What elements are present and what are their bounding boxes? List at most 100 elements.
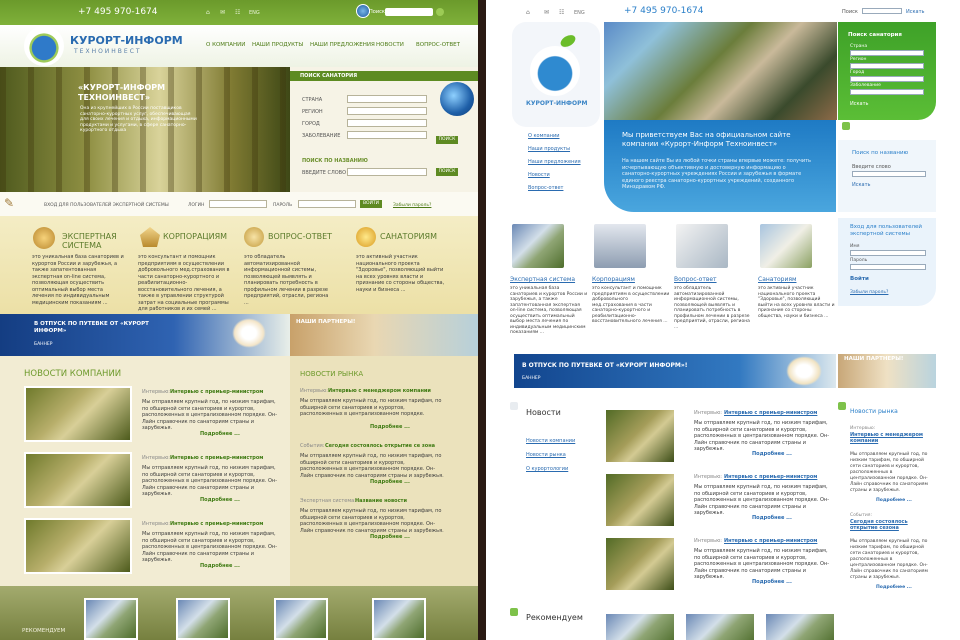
market-more-link[interactable]: Подробнее ... (370, 424, 410, 430)
disease-select[interactable] (347, 131, 427, 139)
mail-icon[interactable]: ✉ (220, 9, 225, 16)
recommend-photo[interactable] (766, 614, 834, 640)
nav-faq[interactable]: ВОПРОС-ОТВЕТ (416, 42, 460, 48)
news-title-link[interactable]: Интервью с премьер-министром (170, 455, 263, 461)
news-more-link[interactable]: Подробнее ... (752, 515, 792, 521)
news-thumbnail[interactable] (606, 474, 674, 526)
news-more-link[interactable]: Подробнее ... (752, 579, 792, 585)
city-select[interactable] (850, 76, 924, 82)
recommend-photo[interactable] (274, 598, 328, 640)
recommend-photo[interactable] (606, 614, 674, 640)
name-search-button[interactable]: Искать (852, 182, 870, 188)
market-more-link[interactable]: Подробнее ... (876, 498, 912, 503)
news-thumbnail[interactable] (24, 452, 132, 508)
feature-expert-title[interactable]: Экспертная система (510, 276, 575, 283)
market-more-link[interactable]: Подробнее ... (370, 479, 410, 485)
news-title-link[interactable]: Интервью с премьер-министром (170, 521, 263, 527)
search-link[interactable]: Искать (906, 9, 924, 15)
feature-sanatoriums-text: это активный участник национального прое… (356, 254, 445, 293)
market-title-link[interactable]: Интервью с менеджером компании (850, 432, 930, 444)
market-title-link[interactable]: Название новости (355, 498, 407, 504)
feature-corporations-title[interactable]: КОРПОРАЦИЯМ (163, 232, 227, 241)
login-title: Вход для пользователей экспертной систем… (850, 224, 922, 237)
nav-faq[interactable]: Вопрос-ответ (528, 185, 563, 191)
country-select[interactable] (347, 95, 427, 103)
sanatorium-search-button[interactable]: Искать (850, 101, 868, 107)
feature-faq-title[interactable]: Вопрос-ответ (674, 276, 717, 283)
news-more-link[interactable]: Подробнее ... (200, 563, 240, 569)
news-resort-link[interactable]: О курортологии (526, 466, 568, 472)
news-title-link[interactable]: Интервью с премьер-министром (724, 538, 817, 544)
name-search-input[interactable] (852, 171, 926, 177)
news-thumbnail[interactable] (24, 386, 132, 442)
market-title-link[interactable]: Сегодня состоялось открытие сезона (850, 519, 930, 531)
market-title-link[interactable]: Сегодня состоялось открытие се зона (325, 443, 435, 449)
news-title-link[interactable]: Интервью с премьер-министром (170, 389, 263, 395)
login-password-input[interactable] (850, 264, 926, 270)
sanatorium-search-button[interactable]: ПОИСК (436, 136, 458, 144)
forgot-password-link[interactable]: Забыли пароль? (850, 290, 888, 295)
feature-expert-title2[interactable]: СИСТЕМА (62, 241, 101, 250)
login-input[interactable] (209, 200, 267, 208)
market-more-link[interactable]: Подробнее ... (876, 585, 912, 590)
region-select[interactable] (347, 107, 427, 115)
market-title-link[interactable]: Интервью с менеджером компании (328, 388, 431, 394)
news-market-link[interactable]: Новости рынка (526, 452, 566, 458)
nav-about[interactable]: О КОМПАНИИ (206, 42, 245, 48)
login-button[interactable]: Войти (850, 276, 869, 282)
home-icon[interactable]: ⌂ (526, 9, 530, 16)
feature-sanatoriums-title[interactable]: САНАТОРИЯМ (380, 232, 437, 241)
news-company-link[interactable]: Новости компании (526, 438, 575, 444)
mail-icon[interactable]: ✉ (544, 9, 549, 16)
nav-news[interactable]: Новости (528, 172, 550, 178)
news-more-link[interactable]: Подробнее ... (200, 497, 240, 503)
login-button[interactable]: ВОЙТИ (360, 200, 382, 208)
news-more-link[interactable]: Подробнее ... (200, 431, 240, 437)
nav-offers[interactable]: НАШИ ПРЕДЛОЖЕНИЯ (310, 42, 375, 48)
feature-faq-title[interactable]: ВОПРОС-ОТВЕТ (268, 232, 332, 241)
news-thumbnail[interactable] (606, 410, 674, 462)
search-button[interactable] (436, 8, 444, 16)
recommend-photo[interactable] (176, 598, 230, 640)
home-icon[interactable]: ⌂ (206, 9, 210, 16)
nav-about[interactable]: О компании (528, 133, 559, 139)
forgot-password-link[interactable]: Забыли пароль? (393, 203, 431, 208)
region-select[interactable] (850, 63, 924, 69)
search-input[interactable] (862, 8, 902, 14)
expert-system-icon (33, 227, 55, 249)
language-switch[interactable]: ENG (574, 10, 585, 16)
banner-title: В ОТПУСК ПО ПУТЕВКЕ ОТ «КУРОРТ ИНФОРМ» (34, 321, 149, 334)
news-thumbnail[interactable] (24, 518, 132, 574)
feature-corporations-image[interactable] (592, 222, 648, 270)
sitemap-icon[interactable]: ☷ (235, 9, 240, 16)
recommend-photo[interactable] (372, 598, 426, 640)
nav-offers[interactable]: Наши предложения (528, 159, 581, 165)
disease-select[interactable] (850, 89, 924, 95)
sitemap-icon[interactable]: ☷ (559, 9, 564, 16)
nav-products[interactable]: НАШИ ПРОДУКТЫ (252, 42, 303, 48)
password-input[interactable] (298, 200, 356, 208)
feature-corporations-title[interactable]: Корпорациям (592, 276, 635, 283)
feature-expert-title1[interactable]: ЭКСПЕРТНАЯ (62, 232, 117, 241)
recommend-photo[interactable] (686, 614, 754, 640)
feature-faq-image[interactable] (674, 222, 730, 270)
feature-sanatoriums-image[interactable] (758, 222, 814, 270)
login-name-input[interactable] (850, 250, 926, 256)
nav-news[interactable]: НОВОСТИ (376, 42, 404, 48)
news-title-link[interactable]: Интервью с премьер-министром (724, 474, 817, 480)
name-search-button[interactable]: ПОИСК (436, 168, 458, 176)
city-select[interactable] (347, 119, 427, 127)
name-search-title: ПОИСК ПО НАЗВАНИЮ (302, 158, 368, 164)
recommend-photo[interactable] (84, 598, 138, 640)
news-thumbnail[interactable] (606, 538, 674, 590)
market-more-link[interactable]: Подробнее ... (370, 534, 410, 540)
search-input[interactable] (385, 8, 433, 16)
feature-expert-image[interactable] (510, 222, 566, 270)
country-select[interactable] (850, 50, 924, 56)
language-switch[interactable]: ENG (249, 10, 260, 16)
name-search-input[interactable] (347, 168, 427, 176)
news-title-link[interactable]: Интервью с премьер-министром (724, 410, 817, 416)
feature-sanatoriums-title[interactable]: Санаториям (758, 276, 796, 283)
nav-products[interactable]: Наши продукты (528, 146, 570, 152)
news-more-link[interactable]: Подробнее ... (752, 451, 792, 457)
